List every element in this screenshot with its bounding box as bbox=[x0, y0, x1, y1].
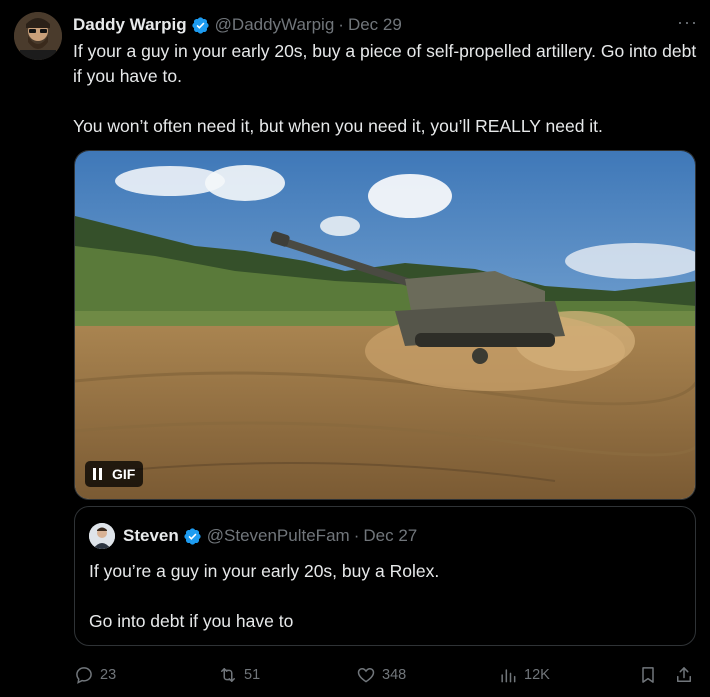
reply-count: 23 bbox=[100, 667, 117, 683]
tweet-text-line1: If your a guy in your early 20s, buy a p… bbox=[73, 41, 697, 86]
quoted-separator: · bbox=[353, 526, 360, 545]
more-options-icon[interactable]: ··· bbox=[677, 12, 698, 33]
heart-icon bbox=[357, 667, 375, 683]
quoted-text-line2: Go into debt if you have to bbox=[89, 611, 294, 631]
bookmark-button[interactable] bbox=[638, 660, 664, 690]
tweet-text-line2: You won’t often need it, but when you ne… bbox=[73, 116, 603, 136]
like-button[interactable]: 348 bbox=[356, 660, 406, 690]
quoted-verified-badge-icon bbox=[184, 527, 201, 545]
author-avatar[interactable] bbox=[14, 12, 62, 60]
views-count: 12K bbox=[524, 667, 550, 683]
pause-icon[interactable] bbox=[93, 468, 102, 480]
bookmark-icon bbox=[642, 667, 654, 683]
tweet-header: Daddy Warpig @DaddyWarpig · Dec 29 bbox=[73, 13, 700, 37]
quoted-author-handle[interactable]: @StevenPulteFam bbox=[207, 526, 350, 546]
views-chart-icon bbox=[501, 669, 516, 683]
reply-icon bbox=[76, 667, 92, 684]
gif-label: GIF bbox=[112, 466, 136, 482]
action-bar: 23 51 348 12K bbox=[74, 660, 696, 690]
repost-icon bbox=[221, 668, 235, 682]
verified-badge-icon bbox=[192, 16, 209, 34]
reply-button[interactable]: 23 bbox=[74, 660, 116, 690]
author-handle[interactable]: @DaddyWarpig bbox=[215, 15, 335, 35]
gif-badge[interactable]: GIF bbox=[85, 461, 144, 487]
quoted-tweet[interactable]: Steven @StevenPulteFam · Dec 27 If you’r… bbox=[74, 506, 696, 646]
author-name[interactable]: Daddy Warpig bbox=[73, 15, 187, 35]
share-button[interactable] bbox=[674, 660, 700, 690]
tweet-date[interactable]: Dec 29 bbox=[348, 15, 402, 35]
quoted-tweet-date[interactable]: Dec 27 bbox=[363, 526, 417, 546]
header-separator: · bbox=[338, 15, 344, 34]
quoted-tweet-text: If you’re a guy in your early 20s, buy a… bbox=[89, 559, 679, 634]
like-count: 348 bbox=[382, 667, 407, 683]
quoted-text-line1: If you’re a guy in your early 20s, buy a… bbox=[89, 561, 440, 581]
views-button[interactable]: 12K bbox=[498, 660, 550, 690]
quoted-author-avatar[interactable] bbox=[89, 523, 115, 549]
tweet-media-gif[interactable]: GIF bbox=[74, 150, 696, 500]
tweet-text: If your a guy in your early 20s, buy a p… bbox=[73, 39, 703, 139]
repost-button[interactable]: 51 bbox=[218, 660, 260, 690]
quoted-tweet-header: Steven @StevenPulteFam · Dec 27 bbox=[89, 523, 417, 549]
repost-count: 51 bbox=[244, 667, 261, 683]
share-icon bbox=[677, 667, 691, 682]
artillery-image bbox=[75, 151, 695, 499]
quoted-author-name[interactable]: Steven bbox=[123, 526, 179, 546]
